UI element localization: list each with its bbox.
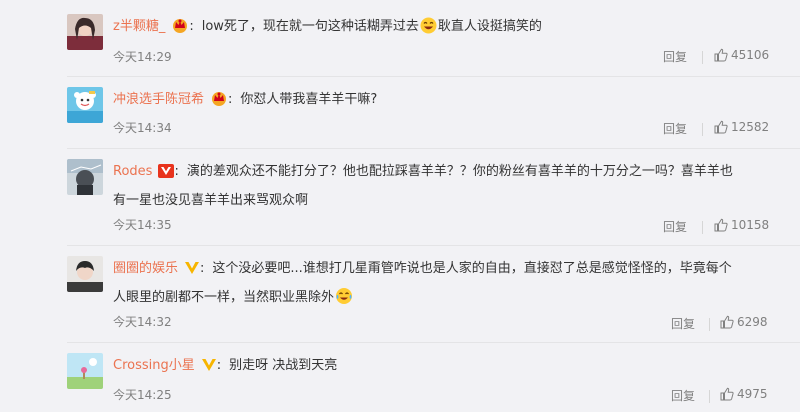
thumbs-up-icon: [714, 48, 728, 62]
avatar[interactable]: [67, 14, 103, 50]
reply-button[interactable]: 回复: [671, 387, 695, 404]
thumbs-up-icon: [714, 120, 728, 134]
like-button[interactable]: 4975: [720, 387, 768, 401]
like-button[interactable]: 45106: [714, 48, 769, 62]
comment-time: 今天14:35: [113, 218, 172, 232]
comment-time: 今天14:25: [113, 388, 172, 402]
comment-time: 今天14:34: [113, 121, 172, 135]
comment-text: 你怼人带我喜羊羊干嘛?: [240, 92, 378, 107]
thumbs-up-icon: [720, 315, 734, 329]
like-button[interactable]: 12582: [714, 120, 769, 134]
verified-v-icon[interactable]: [201, 356, 217, 382]
like-count: 6298: [737, 315, 768, 329]
separator: [702, 51, 703, 64]
separator: [709, 390, 710, 403]
reply-button[interactable]: 回复: [663, 218, 687, 235]
like-count: 4975: [737, 387, 768, 401]
username-link[interactable]: z半颗糖_: [113, 19, 165, 34]
cry-laugh-emoji-icon: [335, 287, 353, 315]
comment-line: 冲浪选手陈冠希 : 你怼人带我喜羊羊干嘛?: [113, 87, 770, 116]
divider: [67, 148, 800, 149]
comment-time: 今天14:32: [113, 315, 172, 329]
separator: [702, 123, 703, 136]
comment-text-continued: 有一星也没见喜羊羊出来骂观众啊: [113, 193, 309, 208]
separator: [709, 318, 710, 331]
thumbs-up-icon: [714, 218, 728, 232]
comment-line: Crossing小星 : 别走呀 决战到天亮: [113, 353, 770, 382]
comment-text: 演的差观众还不能打分了？他也配拉踩喜羊羊？？你的粉丝有喜羊羊的十万分之一吗？喜羊…: [186, 164, 733, 179]
like-count: 45106: [731, 48, 770, 62]
username-link[interactable]: Rodes: [113, 164, 152, 179]
crown-badge-icon[interactable]: [171, 17, 189, 43]
divider: [67, 342, 800, 343]
username-link[interactable]: 冲浪选手陈冠希: [113, 92, 204, 107]
vip-v-icon[interactable]: [158, 162, 175, 188]
thumbs-up-icon: [720, 387, 734, 401]
like-button[interactable]: 6298: [720, 315, 768, 329]
comment-text: low死了，现在就一句这种话糊弄过去: [201, 19, 419, 34]
like-count: 12582: [731, 120, 770, 134]
reply-button[interactable]: 回复: [671, 315, 695, 332]
comment-text: 别走呀 决战到天亮: [229, 358, 338, 373]
laugh-emoji-icon: [420, 17, 437, 44]
separator: [702, 221, 703, 234]
comment-time: 今天14:29: [113, 50, 172, 64]
comment-text-continued: 耿直人设挺搞笑的: [437, 19, 542, 34]
like-count: 10158: [731, 218, 770, 232]
avatar[interactable]: [67, 87, 103, 123]
divider: [67, 76, 800, 77]
username-link[interactable]: Crossing小星: [113, 358, 195, 373]
comment-line: Rodes : 演的差观众还不能打分了？他也配拉踩喜羊羊？？你的粉丝有喜羊羊的十万…: [113, 162, 733, 208]
avatar[interactable]: [67, 353, 103, 389]
comment-text: 这个没必要吧...谁想打几星甭管咋说也是人家的自由，直接怼了总是感觉怪怪的，毕竟…: [212, 261, 732, 276]
verified-v-icon[interactable]: [184, 259, 200, 285]
username-link[interactable]: 圈圈的娱乐: [113, 261, 178, 276]
reply-button[interactable]: 回复: [663, 48, 687, 65]
comment-line: 圈圈的娱乐 : 这个没必要吧...谁想打几星甭管咋说也是人家的自由，直接怼了总是感…: [113, 256, 770, 315]
comment-line: z半颗糖_ : low死了，现在就一句这种话糊弄过去 耿直人设挺搞笑的: [113, 14, 770, 44]
avatar[interactable]: [67, 159, 103, 195]
avatar[interactable]: [67, 256, 103, 292]
like-button[interactable]: 10158: [714, 218, 769, 232]
comment-text-continued: 人眼里的剧都不一样，当然职业黑除外: [113, 290, 335, 305]
reply-button[interactable]: 回复: [663, 120, 687, 137]
comment-list: z半颗糖_ : low死了，现在就一句这种话糊弄过去 耿直人设挺搞笑的 今天14:…: [0, 0, 800, 412]
divider: [67, 245, 800, 246]
crown-badge-icon[interactable]: [210, 90, 228, 116]
